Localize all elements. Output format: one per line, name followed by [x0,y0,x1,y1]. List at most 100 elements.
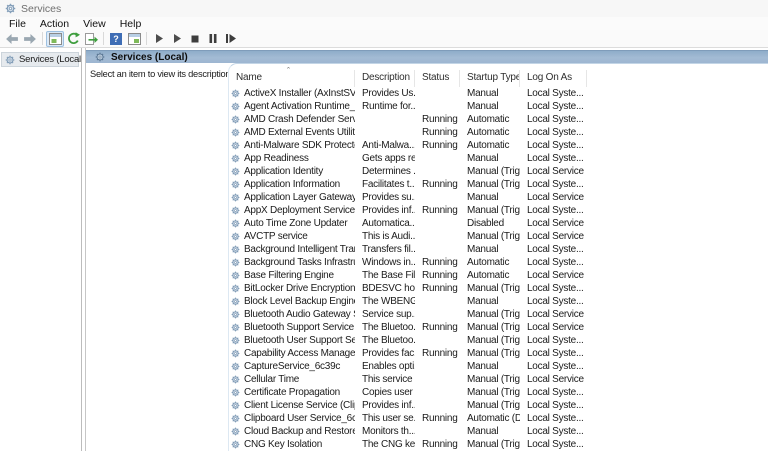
column-header-description[interactable]: Description [355,70,415,87]
table-row[interactable]: App Readiness Gets apps re... Manual Local … [229,152,768,165]
menu-file[interactable]: File [2,18,33,30]
column-header-startup-type[interactable]: Startup Type [460,70,520,87]
back-button[interactable] [3,31,21,47]
service-gear-icon [231,323,242,332]
service-description: Provides Us... [362,88,415,99]
table-row[interactable]: Base Filtering Engine The Base Fil... Runn… [229,269,768,282]
services-window: Services File Action View Help ? Service… [0,0,768,451]
service-log-on-as: Local Service [527,218,584,229]
service-description: Gets apps re... [362,153,415,164]
table-row[interactable]: CNG Key Isolation The CNG ke... Running Man… [229,438,768,451]
table-row[interactable]: Certificate Propagation Copies user ... Ma… [229,386,768,399]
service-gear-icon [231,154,242,163]
tree-item-services-local[interactable]: Services (Local) [1,52,84,67]
service-description: Monitors th... [362,426,415,437]
table-row[interactable]: Anti-Malware SDK Protecte... Anti-Malwa..… [229,139,768,152]
table-row[interactable]: BitLocker Drive Encryption ... BDESVC hos… [229,282,768,295]
refresh-button[interactable] [64,31,82,47]
menu-view[interactable]: View [76,18,113,30]
resume-service-button[interactable] [168,31,186,47]
table-row[interactable]: Application Information Facilitates t... R… [229,178,768,191]
table-row[interactable]: Cloud Backup and Restore ... Monitors th.… [229,425,768,438]
services-table-body: ActiveX Installer (AxInstSV) Provides Us.… [229,87,768,451]
service-startup-type: Manual [467,296,499,307]
table-row[interactable]: Auto Time Zone Updater Automatica... Disab… [229,217,768,230]
table-row[interactable]: Capability Access Manager ... Provides fa… [229,347,768,360]
table-row[interactable]: Background Tasks Infrastru... Windows in.… [229,256,768,269]
service-status [415,100,460,113]
services-node-icon [5,55,16,65]
forward-button[interactable] [21,31,39,47]
table-row[interactable]: AMD External Events Utility Running Automa… [229,126,768,139]
table-row[interactable]: Bluetooth User Support Ser... The Bluetoo… [229,334,768,347]
table-row[interactable]: CaptureService_6c39c Enables opti... Manua… [229,360,768,373]
service-status [415,243,460,256]
export-list-button[interactable] [82,31,100,47]
service-status [415,386,460,399]
service-description: The Base Fil... [362,270,415,281]
service-startup-type: Manual (Trig... [467,374,520,385]
table-row[interactable]: Bluetooth Audio Gateway S... Service sup.… [229,308,768,321]
table-row[interactable]: ActiveX Installer (AxInstSV) Provides Us.… [229,87,768,100]
menu-bar: File Action View Help [0,17,768,30]
table-row[interactable]: Application Identity Determines ... Manual… [229,165,768,178]
show-console-tree-button[interactable] [46,30,64,47]
column-header-status[interactable]: Status [415,70,460,87]
service-name: Application Information [244,179,340,190]
service-name: ActiveX Installer (AxInstSV) [244,88,355,99]
table-row[interactable]: Application Layer Gateway ... Provides su… [229,191,768,204]
table-row[interactable]: Clipboard User Service_6c39c This user se… [229,412,768,425]
service-startup-type: Disabled [467,218,504,229]
table-row[interactable]: Block Level Backup Engine ... The WBENG..… [229,295,768,308]
service-status: Running [422,140,458,151]
services-header-bar: Services (Local) [86,50,768,63]
table-row[interactable]: Cellular Time This service ... Manual (Tri… [229,373,768,386]
restart-service-button[interactable] [222,31,240,47]
help-button[interactable]: ? [107,31,125,47]
service-startup-type: Automatic (D... [467,413,520,424]
service-log-on-as: Local Service [527,231,584,242]
service-startup-type: Automatic [467,270,510,281]
service-gear-icon [231,206,242,215]
service-gear-icon [231,89,242,98]
menu-help[interactable]: Help [113,18,149,30]
pause-service-button[interactable] [204,31,222,47]
service-description: Copies user ... [362,387,415,398]
stop-service-button[interactable] [186,31,204,47]
table-row[interactable]: Agent Activation Runtime_... Runtime for.… [229,100,768,113]
service-description: Facilitates t... [362,179,415,190]
service-name: Background Intelligent Tran... [244,244,355,255]
table-row[interactable]: AMD Crash Defender Service Running Automat… [229,113,768,126]
service-gear-icon [231,310,242,319]
service-gear-icon [231,362,242,371]
column-header-name[interactable]: Name [229,70,355,87]
column-header-log-on-as[interactable]: Log On As [520,70,587,87]
service-name: Certificate Propagation [244,387,340,398]
service-startup-type: Manual (Trig... [467,439,520,450]
table-row[interactable]: Background Intelligent Tran... Transfers … [229,243,768,256]
service-startup-type: Automatic [467,140,510,151]
service-name: AVCTP service [244,231,308,242]
console-window-button[interactable] [125,31,143,47]
service-name: Agent Activation Runtime_... [244,101,355,112]
start-service-button[interactable] [150,31,168,47]
service-startup-type: Manual [467,361,499,372]
service-log-on-as: Local Syste... [527,426,584,437]
table-row[interactable]: AVCTP service This is Audi... Manual (Trig… [229,230,768,243]
table-row[interactable]: Bluetooth Support Service The Bluetoo... R… [229,321,768,334]
table-row[interactable]: AppX Deployment Service (... Provides inf… [229,204,768,217]
service-status [415,425,460,438]
service-startup-type: Manual (Trig... [467,309,520,320]
service-name: AMD External Events Utility [244,127,355,138]
menu-action[interactable]: Action [33,18,76,30]
service-startup-type: Manual [467,426,499,437]
service-name: Capability Access Manager ... [244,348,355,359]
service-status [415,334,460,347]
service-gear-icon [231,258,242,267]
service-name: Base Filtering Engine [244,270,334,281]
service-log-on-as: Local Syste... [527,348,584,359]
service-description: Automatica... [362,218,415,229]
table-row[interactable]: Client License Service (ClipS... Provides… [229,399,768,412]
service-gear-icon [231,401,242,410]
service-log-on-as: Local Syste... [527,335,584,346]
